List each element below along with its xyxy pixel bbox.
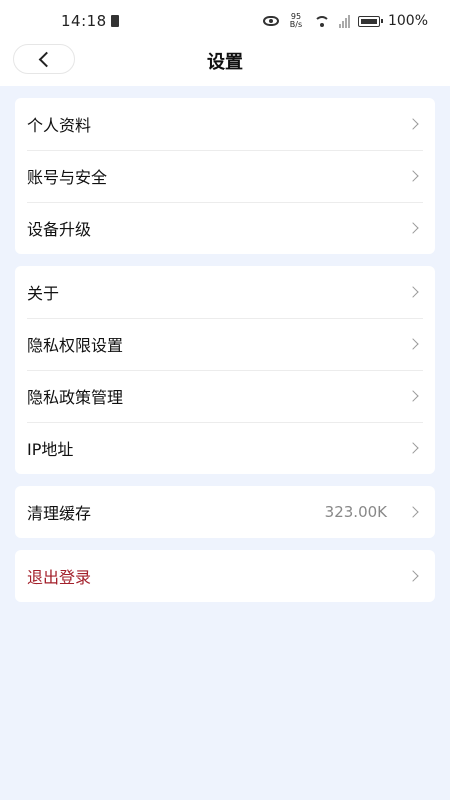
cache-size-value: 323.00K — [324, 503, 387, 521]
chevron-right-icon — [407, 506, 419, 518]
settings-item-label: 清理缓存 — [27, 504, 92, 523]
status-icons: 95 B/s 100% — [262, 10, 428, 32]
settings-item-ip-address[interactable]: IP地址 — [15, 422, 435, 474]
chevron-right-icon — [407, 442, 419, 454]
settings-item-label: 隐私政策管理 — [27, 388, 124, 407]
battery-percentage: 100% — [387, 13, 428, 29]
status-time: 14:18 — [61, 12, 107, 30]
eye-icon — [262, 16, 279, 26]
network-speed-unit: B/s — [289, 20, 303, 29]
settings-group-account: 个人资料 账号与安全 设备升级 — [15, 98, 435, 254]
battery-saver-icon — [111, 15, 119, 27]
page-title: 设置 — [207, 52, 243, 73]
status-bar: 14:18 95 B/s 100% — [0, 0, 450, 42]
battery-icon — [357, 15, 383, 27]
settings-item-device-upgrade[interactable]: 设备升级 — [15, 202, 435, 254]
header: 设置 — [0, 42, 450, 86]
chevron-right-icon — [407, 170, 419, 182]
settings-item-about[interactable]: 关于 — [15, 266, 435, 318]
logout-button[interactable]: 退出登录 — [15, 550, 435, 602]
settings-group-cache: 清理缓存 323.00K — [15, 486, 435, 538]
logout-label: 退出登录 — [27, 568, 92, 587]
settings-group-privacy: 关于 隐私权限设置 隐私政策管理 IP地址 — [15, 266, 435, 474]
network-speed: 95 B/s — [287, 13, 305, 29]
chevron-right-icon — [407, 570, 419, 582]
settings-item-label: 个人资料 — [27, 116, 92, 135]
signal-icon — [338, 14, 350, 28]
settings-item-label: IP地址 — [27, 440, 74, 459]
chevron-right-icon — [407, 338, 419, 350]
settings-item-privacy-permissions[interactable]: 隐私权限设置 — [15, 318, 435, 370]
settings-group-logout: 退出登录 — [15, 550, 435, 602]
wifi-icon — [313, 14, 331, 28]
chevron-right-icon — [407, 286, 419, 298]
settings-item-label: 隐私权限设置 — [27, 336, 124, 355]
settings-item-profile[interactable]: 个人资料 — [15, 98, 435, 150]
settings-item-label: 设备升级 — [27, 220, 92, 239]
chevron-right-icon — [407, 390, 419, 402]
chevron-right-icon — [407, 118, 419, 130]
settings-item-privacy-policy[interactable]: 隐私政策管理 — [15, 370, 435, 422]
settings-item-account-security[interactable]: 账号与安全 — [15, 150, 435, 202]
settings-item-label: 账号与安全 — [27, 168, 108, 187]
chevron-right-icon — [407, 222, 419, 234]
settings-list: 个人资料 账号与安全 设备升级 关于 隐私权限设置 隐私政策管理 IP地址 清理… — [0, 86, 450, 602]
settings-item-clear-cache[interactable]: 清理缓存 323.00K — [15, 486, 435, 538]
settings-item-label: 关于 — [27, 284, 60, 303]
